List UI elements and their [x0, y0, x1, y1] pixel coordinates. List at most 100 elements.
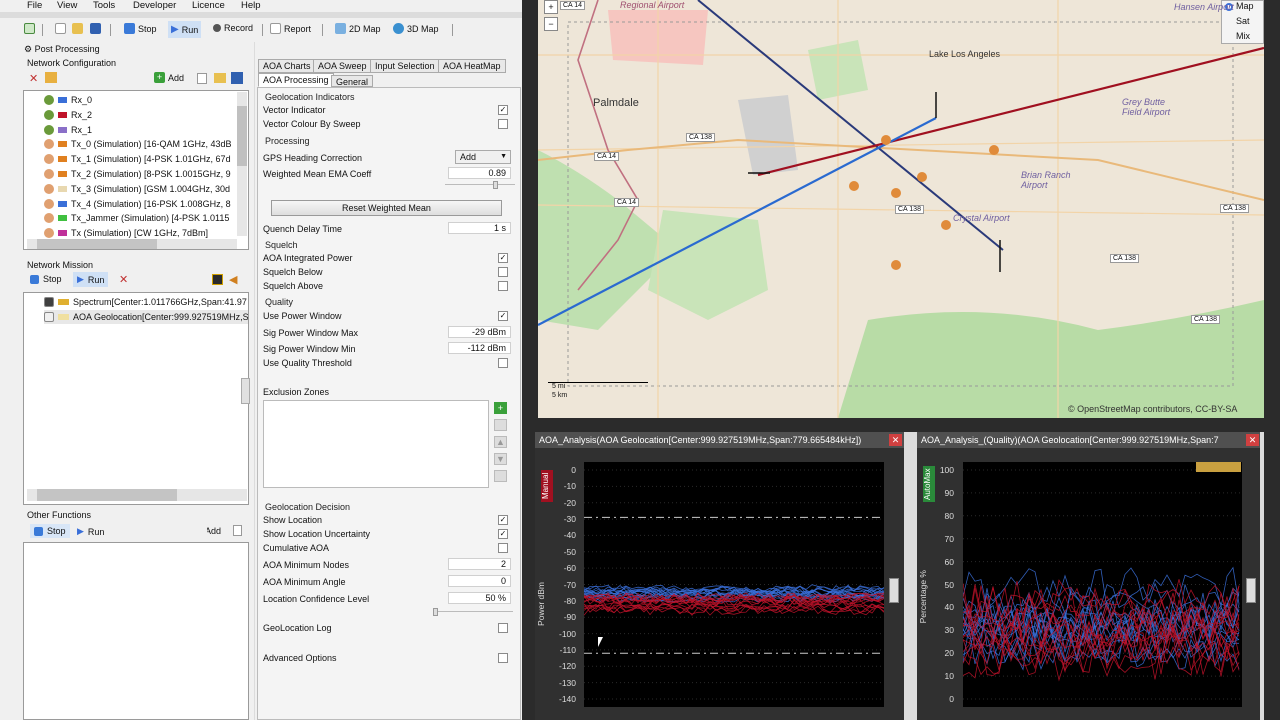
confidence-input[interactable]: 50 % [448, 592, 511, 604]
network-node-item[interactable]: Tx_1 (Simulation) [4-PSK 1.01GHz, 67d [44, 152, 231, 166]
new-file-icon[interactable] [233, 525, 242, 536]
close-icon[interactable]: ✕ [889, 434, 902, 446]
network-node-item[interactable]: Tx_0 (Simulation) [16-QAM 1GHz, 43dB [44, 137, 232, 151]
add-zone-icon[interactable]: + [494, 402, 507, 414]
chart1-side-handle[interactable] [889, 578, 899, 603]
mission-item[interactable]: Spectrum[Center:1.011766GHz,Span:41.97 [44, 295, 247, 309]
sig-power-max-input[interactable]: -29 dBm [448, 326, 511, 338]
chart2-plot[interactable] [962, 462, 1242, 707]
node-list-scrollbar[interactable] [237, 92, 247, 236]
menu-file[interactable]: File [27, 0, 42, 11]
close-icon[interactable]: ✕ [1246, 434, 1259, 446]
other-functions-list[interactable] [23, 542, 249, 720]
layer-map-option[interactable]: Map [1236, 1, 1254, 11]
network-node-item[interactable]: Tx_2 (Simulation) [8-PSK 1.0015GHz, 9 [44, 167, 231, 181]
squelch-above-checkbox[interactable] [498, 281, 508, 291]
ema-slider-track[interactable] [445, 184, 515, 185]
layout-icon[interactable] [24, 23, 35, 34]
record-button[interactable]: Record [213, 23, 253, 33]
map-3d-button[interactable]: 3D Map [393, 23, 439, 34]
stop-button[interactable]: Stop [124, 23, 157, 34]
mission-stop-button[interactable]: Stop [30, 274, 62, 284]
run-button[interactable]: ▶ Run [168, 21, 202, 38]
chart2-side-handle[interactable] [1246, 578, 1256, 603]
menu-help[interactable]: Help [241, 0, 261, 11]
confidence-slider-track[interactable] [435, 611, 513, 612]
speaker-icon[interactable]: ◀ [229, 273, 237, 286]
wrench-icon: ⚙ [24, 44, 33, 54]
mission-run-button[interactable]: ▶ Run [73, 272, 109, 287]
report-button[interactable]: Report [270, 23, 311, 34]
move-up-icon[interactable]: ▲ [494, 436, 507, 448]
open-icon[interactable] [72, 23, 83, 34]
menu-licence[interactable]: Licence [192, 0, 225, 11]
folder-icon[interactable] [214, 73, 226, 83]
menu-tools[interactable]: Tools [93, 0, 115, 11]
post-processing[interactable]: ⚙ Post Processing [24, 44, 100, 55]
ema-coeff-input[interactable]: 0.89 [448, 167, 511, 179]
add-node-button[interactable]: + Add [154, 72, 184, 83]
remove-zone-icon[interactable] [494, 419, 507, 431]
lock-icon[interactable] [45, 72, 57, 83]
other-stop-button[interactable]: Stop [30, 524, 70, 538]
zoom-out-icon[interactable]: − [544, 17, 558, 31]
tab-aoa-heatmap[interactable]: AOA HeatMap [438, 59, 506, 73]
network-node-item[interactable]: Rx_2 [44, 108, 92, 122]
min-angle-input[interactable]: 0 [448, 575, 511, 587]
gps-heading-select[interactable]: Add ▼ [455, 150, 511, 164]
other-run-button[interactable]: ▶ Run [77, 526, 104, 537]
other-add-button[interactable]: Add [207, 526, 221, 536]
menu-developer[interactable]: Developer [133, 0, 176, 11]
sig-power-min-input[interactable]: -112 dBm [448, 342, 511, 354]
advanced-options-checkbox[interactable] [498, 653, 508, 663]
network-node-item[interactable]: Tx_4 (Simulation) [16-PSK 1.008GHz, 8 [44, 197, 231, 211]
delete-mission-icon[interactable]: ✕ [119, 273, 128, 286]
show-uncertainty-checkbox[interactable]: ✓ [498, 529, 508, 539]
exclusion-zones-list[interactable] [263, 400, 489, 488]
edit-zone-icon[interactable] [494, 470, 507, 482]
squelch-below-checkbox[interactable] [498, 267, 508, 277]
new-file-icon[interactable] [197, 73, 207, 84]
mission-item[interactable]: AOA Geolocation[Center:999.927519MHz,S [44, 310, 248, 324]
network-node-item[interactable]: Rx_1 [44, 123, 92, 137]
use-power-window-checkbox[interactable]: ✓ [498, 311, 508, 321]
mission-hscrollbar[interactable] [27, 489, 247, 501]
tab-aoa-processing[interactable]: AOA Processing [258, 73, 334, 87]
map-2d-button[interactable]: 2D Map [335, 23, 381, 34]
new-icon[interactable] [55, 23, 66, 34]
network-node-item[interactable]: Tx_Jammer (Simulation) [4-PSK 1.0115 [44, 211, 229, 225]
save-config-icon[interactable] [231, 72, 243, 84]
vector-colour-checkbox[interactable] [498, 119, 508, 129]
network-node-item[interactable]: Rx_0 [44, 93, 92, 107]
network-node-list[interactable]: Rx_0 Rx_2 Rx_1 Tx_0 (Simulation) [16-QAM 1G… [23, 90, 249, 250]
chart-icon[interactable] [212, 274, 223, 285]
confidence-slider-thumb[interactable] [433, 608, 438, 616]
move-down-icon[interactable]: ▼ [494, 453, 507, 465]
tab-input-selection[interactable]: Input Selection [370, 59, 440, 73]
zoom-in-icon[interactable]: + [544, 0, 558, 14]
cumulative-aoa-checkbox[interactable] [498, 543, 508, 553]
tab-aoa-charts[interactable]: AOA Charts [258, 59, 316, 73]
splitter-handle[interactable] [241, 378, 250, 404]
network-node-item[interactable]: Tx_3 (Simulation) [GSM 1.004GHz, 30d [44, 182, 230, 196]
use-quality-checkbox[interactable] [498, 358, 508, 368]
chart1-plot[interactable] [583, 462, 885, 707]
layer-mix-option[interactable]: Mix [1236, 31, 1250, 41]
menu-view[interactable]: View [57, 0, 77, 11]
vector-indicator-checkbox[interactable]: ✓ [498, 105, 508, 115]
save-icon[interactable] [90, 23, 101, 34]
aoa-integrated-checkbox[interactable]: ✓ [498, 253, 508, 263]
layer-sat-option[interactable]: Sat [1236, 16, 1250, 26]
geo-log-checkbox[interactable] [498, 623, 508, 633]
map-view[interactable]: + − Map Sat Mix Regional Airport Lake Lo… [538, 0, 1264, 418]
min-nodes-input[interactable]: 2 [448, 558, 511, 570]
reset-weighted-mean-button[interactable]: Reset Weighted Mean [271, 200, 502, 216]
tools-icon[interactable]: ✕ [29, 72, 38, 85]
show-location-checkbox[interactable]: ✓ [498, 515, 508, 525]
ema-slider-thumb[interactable] [493, 181, 498, 189]
quench-delay-input[interactable]: 1 s [448, 222, 511, 234]
node-list-hscrollbar[interactable] [27, 239, 237, 249]
tab-general[interactable]: General [331, 75, 374, 87]
tab-aoa-sweep[interactable]: AOA Sweep [313, 59, 372, 73]
mission-list[interactable]: Spectrum[Center:1.011766GHz,Span:41.97 AO… [23, 292, 249, 505]
